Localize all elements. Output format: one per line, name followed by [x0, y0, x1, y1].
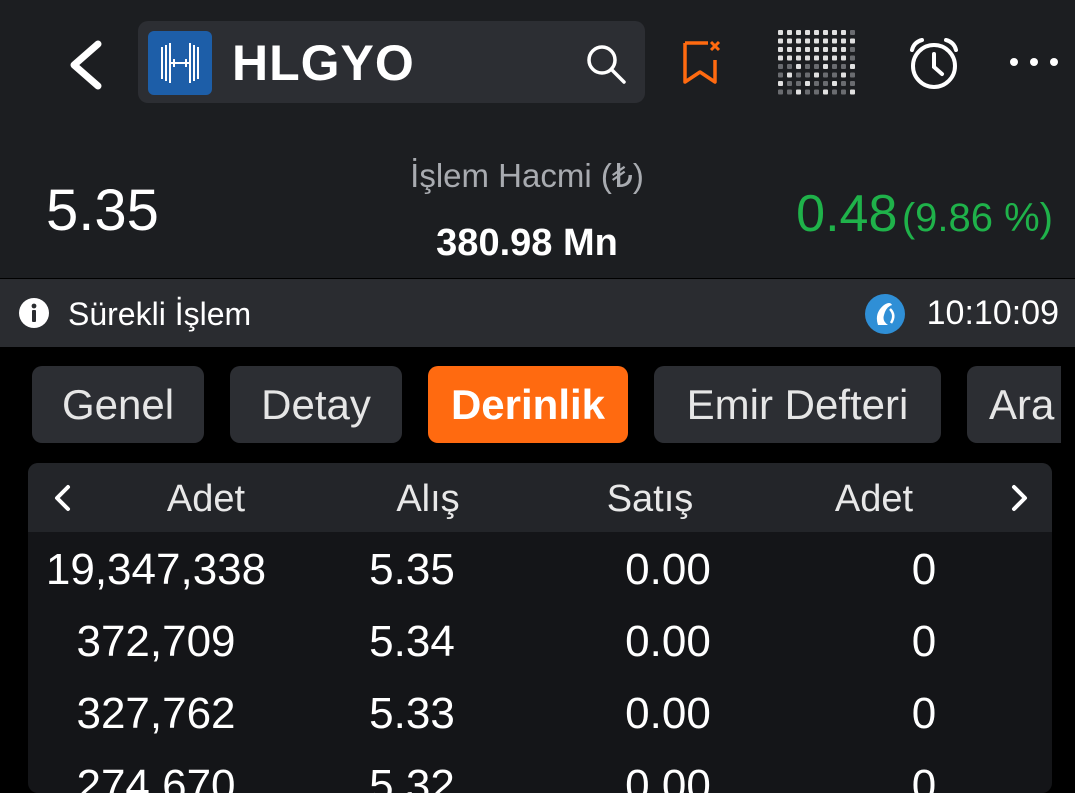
- tab-detay[interactable]: Detay: [230, 366, 402, 443]
- bid-price: 5.34: [369, 617, 455, 666]
- back-button[interactable]: [60, 30, 116, 100]
- company-logo-icon: [161, 43, 199, 83]
- last-price: 5.35: [46, 178, 159, 243]
- depth-table-header: Adet Alış Satış Adet: [28, 463, 1052, 532]
- volume-label: İşlem Hacmi (₺): [410, 157, 644, 194]
- bookmark-remove-icon[interactable]: [680, 38, 724, 86]
- ask-price: 0.00: [625, 689, 711, 738]
- search-icon[interactable]: [584, 42, 628, 86]
- change-percent: (9.86 %): [901, 196, 1053, 240]
- ask-quantity: 0: [911, 545, 937, 594]
- column-header-ask: Satış: [606, 478, 694, 520]
- more-icon[interactable]: [1006, 54, 1062, 70]
- chevron-left-icon[interactable]: [48, 481, 78, 515]
- bid-quantity: 274,670: [76, 761, 236, 793]
- tab-genel[interactable]: Genel: [32, 366, 204, 443]
- bid-quantity: 372,709: [76, 617, 236, 666]
- tab-derinlik[interactable]: Derinlik: [428, 366, 628, 443]
- table-row[interactable]: 327,762 5.33 0.00 0: [28, 678, 1052, 750]
- bid-quantity: 19,347,338: [45, 545, 267, 594]
- session-status: Sürekli İşlem: [68, 296, 252, 332]
- session-status-bar: Sürekli İşlem 10:10:09: [0, 279, 1075, 347]
- detail-tabs: Genel Detay Derinlik Emir Defteri Ara: [0, 366, 1075, 444]
- quote-header: HLGYO 5.35 İşlem Hacmi (₺) 380.98 Mn 0.4…: [0, 0, 1075, 278]
- alarm-icon[interactable]: [906, 36, 962, 92]
- volume-value: 380.98 Mn: [436, 222, 618, 264]
- table-row[interactable]: 19,347,338 5.35 0.00 0: [28, 534, 1052, 606]
- price-change: 0.48 (9.86 %): [796, 184, 1053, 244]
- ask-quantity: 0: [911, 761, 937, 793]
- grid-icon[interactable]: [776, 28, 858, 98]
- tab-emir-defteri[interactable]: Emir Defteri: [654, 366, 941, 443]
- column-header-ask-qty: Adet: [834, 478, 914, 520]
- chevron-right-icon[interactable]: [1004, 481, 1034, 515]
- bid-price: 5.35: [369, 545, 455, 594]
- exchange-logo-icon: [865, 294, 905, 334]
- back-icon: [70, 40, 102, 90]
- ask-price: 0.00: [625, 545, 711, 594]
- table-row[interactable]: 372,709 5.34 0.00 0: [28, 606, 1052, 678]
- depth-table: Adet Alış Satış Adet 19,347,338 5.35 0.0…: [28, 463, 1052, 793]
- column-header-bid: Alış: [396, 478, 460, 520]
- symbol-name: HLGYO: [232, 35, 415, 91]
- bid-price: 5.33: [369, 689, 455, 738]
- company-logo: [148, 31, 212, 95]
- ask-price: 0.00: [625, 617, 711, 666]
- bid-price: 5.32: [369, 761, 455, 793]
- ask-quantity: 0: [911, 689, 937, 738]
- ask-quantity: 0: [911, 617, 937, 666]
- symbol-search-box[interactable]: HLGYO: [138, 21, 645, 103]
- column-header-bid-qty: Adet: [166, 478, 246, 520]
- table-row[interactable]: 274,670 5.32 0.00 0: [28, 750, 1052, 793]
- bid-quantity: 327,762: [76, 689, 236, 738]
- market-time: 10:10:09: [926, 294, 1059, 332]
- ask-price: 0.00: [625, 761, 711, 793]
- tab-ara[interactable]: Ara: [967, 366, 1061, 443]
- change-value: 0.48: [796, 185, 898, 243]
- info-icon[interactable]: [18, 297, 50, 329]
